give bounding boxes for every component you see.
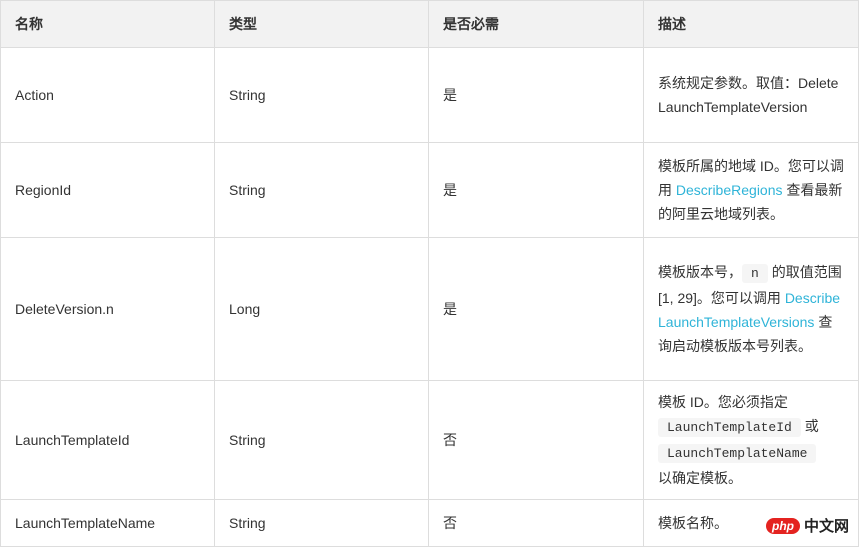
param-required: 否 [428,380,644,500]
param-type: String [214,142,429,238]
param-required: 是 [428,142,644,238]
param-description: 系统规定参数。取值：DeleteLaunchTemplateVersion [643,47,859,143]
description-text: 以确定模板。 [658,470,742,486]
param-description: 模板所属的地域 ID。您可以调用 DescribeRegions 查看最新的阿里… [643,142,859,238]
param-name: Action [0,47,215,143]
parameters-table: 名称 类型 是否必需 描述 Action String 是 系统规定参数。取值：… [0,0,859,547]
description-text: 模板 ID。您必须指定 [658,394,788,410]
table-row: RegionId String 是 模板所属的地域 ID。您可以调用 Descr… [0,142,859,238]
description-text: 系统规定参数。取值：DeleteLaunchTemplateVersion [658,75,839,115]
header-name: 名称 [0,0,215,48]
header-type: 类型 [214,0,429,48]
param-required: 是 [428,237,644,381]
param-name: LaunchTemplateName [0,499,215,547]
inline-code: LaunchTemplateName [658,444,817,463]
param-required: 否 [428,499,644,547]
php-cn-watermark: php 中文网 [766,515,849,536]
watermark-text: 中文网 [804,517,850,535]
table-row: LaunchTemplateName String 否 模板名称。 [0,499,859,547]
param-description: 模板 ID。您必须指定 LaunchTemplateId 或 LaunchTem… [643,380,859,500]
php-logo-icon: php [766,517,800,534]
header-description: 描述 [643,0,859,48]
param-type: String [214,47,429,143]
param-name: DeleteVersion.n [0,237,215,381]
table-row: DeleteVersion.n Long 是 模板版本号， n 的取值范围 [1,… [0,237,859,381]
param-name: RegionId [0,142,215,238]
description-text: 模板版本号， [658,264,742,280]
param-type: String [214,380,429,500]
param-type: Long [214,237,429,381]
table-row: LaunchTemplateId String 否 模板 ID。您必须指定 La… [0,380,859,500]
description-text: 模板名称。 [658,515,728,531]
param-description: 模板版本号， n 的取值范围 [1, 29]。您可以调用 DescribeLaun… [643,237,859,381]
table-header-row: 名称 类型 是否必需 描述 [0,0,859,48]
param-name: LaunchTemplateId [0,380,215,500]
inline-code: LaunchTemplateId [658,418,801,437]
param-required: 是 [428,47,644,143]
param-type: String [214,499,429,547]
describe-regions-link[interactable]: DescribeRegions [676,182,783,198]
header-required: 是否必需 [428,0,644,48]
inline-code: n [742,264,768,283]
table-row: Action String 是 系统规定参数。取值：DeleteLaunchTe… [0,47,859,143]
description-text: 或 [800,418,819,434]
